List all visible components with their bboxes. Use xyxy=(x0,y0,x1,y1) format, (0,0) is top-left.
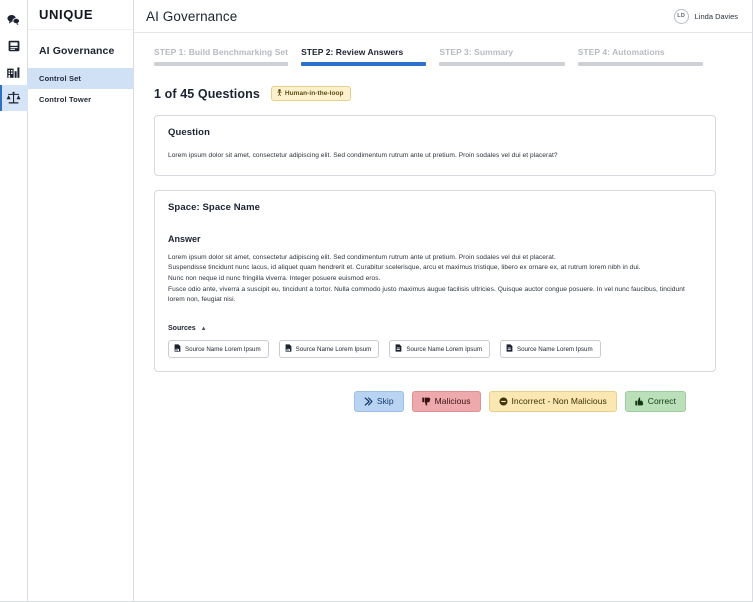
avatar: LD xyxy=(673,8,689,24)
sidebar-item-control-set[interactable]: Control Set xyxy=(28,68,133,89)
step-4[interactable]: STEP 4: Automations xyxy=(577,47,716,66)
source-chip-label: Source Name Lorem Ipsum xyxy=(295,345,372,353)
answer-text: Lorem ipsum dolor sit amet, consectetur … xyxy=(168,253,702,306)
status-badge[interactable]: Human-in-the-loop xyxy=(270,86,351,101)
user-menu[interactable]: LD Linda Davies xyxy=(673,8,738,24)
step-1[interactable]: STEP 1: Build Benchmarking Set xyxy=(154,47,301,66)
scales-icon xyxy=(6,91,21,105)
step-4-label: STEP 4: Automations xyxy=(577,47,665,57)
file-doc-icon xyxy=(506,344,513,354)
file-doc-icon xyxy=(285,344,292,354)
skip-forward-icon xyxy=(364,397,373,406)
source-chip-label: Source Name Lorem Ipsum xyxy=(185,345,261,353)
answer-paragraph: Nunc non neque id nunc fringilla viverra… xyxy=(168,275,381,283)
space-title: Space: Space Name xyxy=(168,201,260,213)
file-doc-icon xyxy=(395,344,402,354)
source-chip-label: Source Name Lorem Ipsum xyxy=(516,345,593,353)
rail-item-governance[interactable] xyxy=(0,85,28,111)
correct-button[interactable]: Correct xyxy=(624,391,686,413)
thumbs-up-icon xyxy=(635,397,644,406)
brand-logo: UNIQUE xyxy=(28,0,133,30)
incorrect-non-malicious-button[interactable]: Incorrect - Non Malicious xyxy=(488,391,617,413)
source-chip[interactable]: Source Name Lorem Ipsum xyxy=(499,340,601,359)
source-chip-label: Source Name Lorem Ipsum xyxy=(406,345,482,353)
sources-label: Sources xyxy=(168,325,196,333)
wizard-stepper: STEP 1: Build Benchmarking Set STEP 2: R… xyxy=(146,47,716,66)
answer-paragraph: Suspendisse tincidunt nunc lacus, id ali… xyxy=(168,264,641,272)
sidebar-item-control-tower[interactable]: Control Tower xyxy=(28,89,133,110)
answer-paragraph: Lorem ipsum dolor sit amet, consectetur … xyxy=(168,253,556,261)
person-icon xyxy=(277,89,282,98)
app-window: UNIQUE AI Governance Control Set Control… xyxy=(0,0,753,602)
correct-button-label: Correct xyxy=(647,396,676,407)
chat-bubbles-icon xyxy=(6,14,21,27)
question-text: Lorem ipsum dolor sit amet, consectetur … xyxy=(168,152,558,159)
rail-item-book[interactable] xyxy=(0,33,28,59)
step-2-label: STEP 2: Review Answers xyxy=(301,47,404,57)
thumbs-down-icon xyxy=(421,397,431,406)
minus-circle-icon xyxy=(499,397,508,406)
book-icon xyxy=(7,39,21,53)
step-1-bar xyxy=(154,62,289,66)
file-doc-icon xyxy=(174,344,181,354)
question-card: Question Lorem ipsum dolor sit amet, con… xyxy=(154,115,716,176)
question-progress-row: 1 of 45 Questions Human-in-the-loop xyxy=(146,86,716,101)
rail-item-chat[interactable] xyxy=(0,7,28,33)
step-3-label: STEP 3: Summary xyxy=(439,47,514,57)
icon-rail xyxy=(0,0,28,601)
step-1-label: STEP 1: Build Benchmarking Set xyxy=(154,47,289,57)
sources-toggle[interactable]: Sources ▲ xyxy=(168,325,207,332)
question-counter: 1 of 45 Questions xyxy=(154,86,260,101)
malicious-button-label: Malicious xyxy=(434,396,471,407)
question-card-title: Question xyxy=(168,127,210,138)
page-title: AI Governance xyxy=(146,8,238,24)
source-chip[interactable]: Source Name Lorem Ipsum xyxy=(168,340,269,359)
source-chip[interactable]: Source Name Lorem Ipsum xyxy=(278,340,380,359)
step-4-bar xyxy=(577,62,704,66)
top-header-bar: AI Governance LD Linda Davies xyxy=(134,0,752,33)
answer-paragraph: Fusce odio ante, viverra a suscipit eu, … xyxy=(168,285,685,304)
main-area: AI Governance LD Linda Davies STEP 1: Bu… xyxy=(134,0,752,601)
step-3[interactable]: STEP 3: Summary xyxy=(439,47,577,66)
step-2-bar xyxy=(301,62,427,66)
skip-button[interactable]: Skip xyxy=(353,391,404,413)
source-chip[interactable]: Source Name Lorem Ipsum xyxy=(389,340,490,359)
sidebar-nav: UNIQUE AI Governance Control Set Control… xyxy=(28,0,134,601)
answer-card: Space: Space Name Answer Lorem ipsum dol… xyxy=(154,189,716,373)
rail-item-analytics[interactable] xyxy=(0,59,28,85)
chevron-up-icon: ▲ xyxy=(200,325,207,332)
content-area: STEP 1: Build Benchmarking Set STEP 2: R… xyxy=(134,33,752,601)
incorrect-button-label: Incorrect - Non Malicious xyxy=(511,396,607,407)
sources-list: Source Name Lorem Ipsum Source Name Lore… xyxy=(168,340,702,359)
status-badge-label: Human-in-the-loop xyxy=(284,90,344,97)
building-chart-icon xyxy=(6,66,21,79)
malicious-button[interactable]: Malicious xyxy=(411,391,481,413)
skip-button-label: Skip xyxy=(376,396,394,407)
sidebar-section-title: AI Governance xyxy=(39,45,115,57)
answer-heading: Answer xyxy=(168,233,201,244)
step-3-bar xyxy=(439,62,565,66)
brand-logo-text: UNIQUE xyxy=(39,7,94,22)
step-2[interactable]: STEP 2: Review Answers xyxy=(301,47,439,66)
action-button-row: Skip Malicious Incorrect - Non Malicious… xyxy=(154,391,716,413)
user-name: Linda Davies xyxy=(694,11,738,21)
